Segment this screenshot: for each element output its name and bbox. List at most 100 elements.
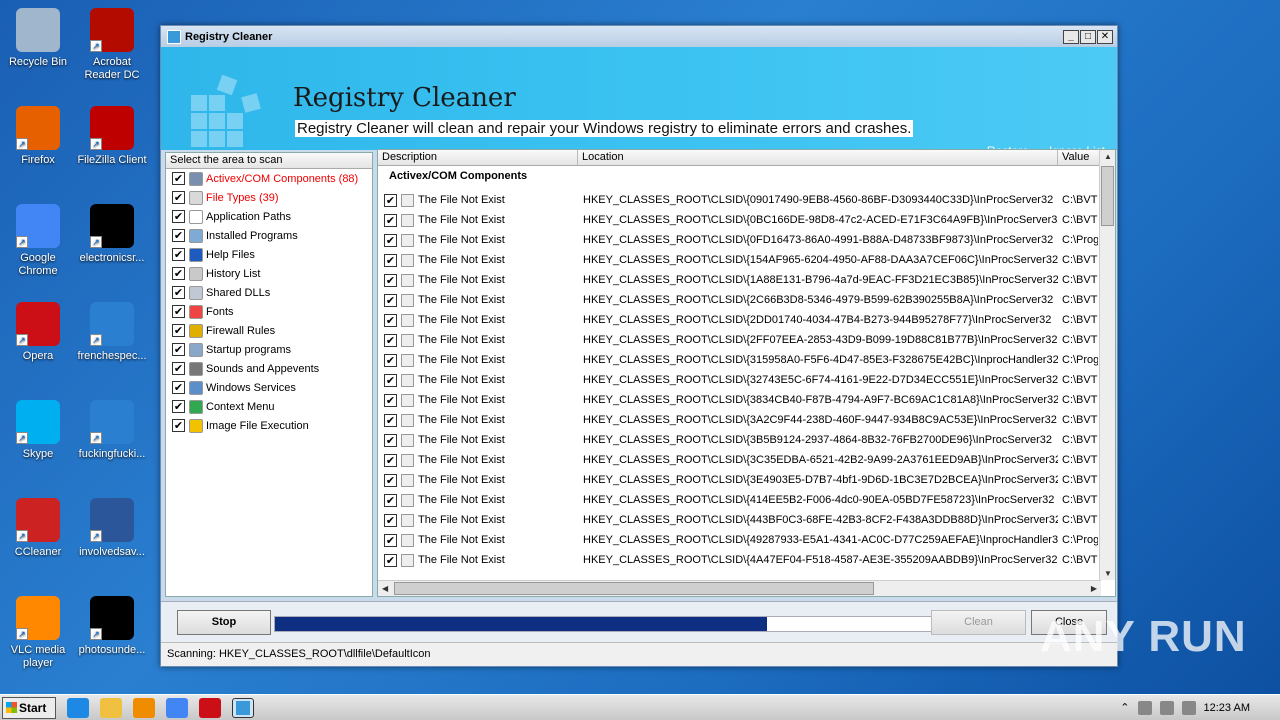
result-row[interactable]: ✔ The File Not Exist HKEY_CLASSES_ROOT\CLS… — [378, 210, 1115, 230]
scan-area-checkbox[interactable]: ✔ — [172, 324, 185, 337]
scan-area-item[interactable]: ✔ Shared DLLs — [166, 283, 372, 302]
desktop-icon[interactable]: ↗ involvedsav... — [74, 498, 150, 559]
desktop-icon[interactable]: ↗ Opera — [0, 302, 76, 363]
desktop-icon[interactable]: ↗ electronicsr... — [74, 204, 150, 265]
result-checkbox[interactable]: ✔ — [384, 553, 397, 567]
scan-area-item[interactable]: ✔ Installed Programs — [166, 226, 372, 245]
scan-area-checkbox[interactable]: ✔ — [172, 400, 185, 413]
start-button[interactable]: Start — [2, 696, 56, 719]
result-checkbox[interactable]: ✔ — [384, 533, 397, 547]
scan-area-item[interactable]: ✔ Sounds and Appevents — [166, 359, 372, 378]
scan-area-checkbox[interactable]: ✔ — [172, 381, 185, 394]
close-window-button[interactable]: ✕ — [1097, 29, 1113, 44]
minimize-button[interactable]: _ — [1063, 29, 1079, 44]
opera-icon[interactable] — [199, 697, 221, 718]
result-checkbox[interactable]: ✔ — [384, 193, 397, 207]
result-checkbox[interactable]: ✔ — [384, 393, 397, 407]
result-checkbox[interactable]: ✔ — [384, 453, 397, 467]
scroll-left-icon[interactable]: ◀ — [382, 584, 388, 593]
maximize-button[interactable]: □ — [1080, 29, 1096, 44]
scan-area-item[interactable]: ✔ Help Files — [166, 245, 372, 264]
scroll-right-icon[interactable]: ▶ — [1091, 584, 1097, 593]
result-checkbox[interactable]: ✔ — [384, 373, 397, 387]
scan-area-checkbox[interactable]: ✔ — [172, 305, 185, 318]
scan-area-checkbox[interactable]: ✔ — [172, 419, 185, 432]
result-checkbox[interactable]: ✔ — [384, 213, 397, 227]
result-checkbox[interactable]: ✔ — [384, 413, 397, 427]
chrome-icon[interactable] — [166, 697, 188, 718]
result-row[interactable]: ✔ The File Not Exist HKEY_CLASSES_ROOT\CLS… — [378, 530, 1115, 550]
scroll-down-icon[interactable]: ▼ — [1104, 569, 1112, 578]
scan-area-checkbox[interactable]: ✔ — [172, 286, 185, 299]
scroll-up-icon[interactable]: ▲ — [1104, 152, 1112, 161]
scan-area-item[interactable]: ✔ Context Menu — [166, 397, 372, 416]
scan-area-checkbox[interactable]: ✔ — [172, 172, 185, 185]
column-location[interactable]: Location — [578, 150, 1058, 165]
result-row[interactable]: ✔ The File Not Exist HKEY_CLASSES_ROOT\CLS… — [378, 430, 1115, 450]
result-row[interactable]: ✔ The File Not Exist HKEY_CLASSES_ROOT\CLS… — [378, 270, 1115, 290]
result-row[interactable]: ✔ The File Not Exist HKEY_CLASSES_ROOT\CLS… — [378, 470, 1115, 490]
desktop-icon[interactable]: ↗ Google Chrome — [0, 204, 76, 278]
result-row[interactable]: ✔ The File Not Exist HKEY_CLASSES_ROOT\CLS… — [378, 390, 1115, 410]
result-row[interactable]: ✔ The File Not Exist HKEY_CLASSES_ROOT\CLS… — [378, 550, 1115, 570]
result-checkbox[interactable]: ✔ — [384, 273, 397, 287]
desktop-icon[interactable]: ↗ photosunde... — [74, 596, 150, 657]
scan-area-checkbox[interactable]: ✔ — [172, 343, 185, 356]
result-checkbox[interactable]: ✔ — [384, 353, 397, 367]
result-row[interactable]: ✔ The File Not Exist HKEY_CLASSES_ROOT\CLS… — [378, 190, 1115, 210]
result-row[interactable]: ✔ The File Not Exist HKEY_CLASSES_ROOT\CLS… — [378, 510, 1115, 530]
ie-icon[interactable] — [67, 697, 89, 718]
desktop-icon[interactable]: ↗ Firefox — [0, 106, 76, 167]
result-checkbox[interactable]: ✔ — [384, 513, 397, 527]
desktop-icon[interactable]: ↗ Acrobat Reader DC — [74, 8, 150, 82]
scan-area-header[interactable]: Select the area to scan — [166, 153, 372, 169]
scan-area-item[interactable]: ✔ File Types (39) — [166, 188, 372, 207]
scan-area-item[interactable]: ✔ Startup programs — [166, 340, 372, 359]
scan-area-item[interactable]: ✔ History List — [166, 264, 372, 283]
result-checkbox[interactable]: ✔ — [384, 433, 397, 447]
result-row[interactable]: ✔ The File Not Exist HKEY_CLASSES_ROOT\CLS… — [378, 350, 1115, 370]
scan-area-item[interactable]: ✔ Image File Execution — [166, 416, 372, 435]
network-icon[interactable] — [1137, 700, 1152, 715]
clean-button[interactable]: Clean — [931, 610, 1026, 635]
horizontal-scrollbar[interactable]: ◀ ▶ — [378, 580, 1101, 596]
result-checkbox[interactable]: ✔ — [384, 313, 397, 327]
scan-area-item[interactable]: ✔ Windows Services — [166, 378, 372, 397]
desktop-icon[interactable]: ↗ CCleaner — [0, 498, 76, 559]
tray-expand-icon[interactable]: ⌃ — [1120, 701, 1129, 714]
vertical-scrollbar[interactable]: ▲ ▼ — [1099, 150, 1115, 580]
vertical-scroll-thumb[interactable] — [1101, 166, 1114, 226]
desktop-icon[interactable]: Recycle Bin — [0, 8, 76, 69]
registry-cleaner-icon[interactable] — [232, 697, 254, 718]
result-row[interactable]: ✔ The File Not Exist HKEY_CLASSES_ROOT\CLS… — [378, 450, 1115, 470]
result-checkbox[interactable]: ✔ — [384, 253, 397, 267]
result-checkbox[interactable]: ✔ — [384, 233, 397, 247]
window-titlebar[interactable]: Registry Cleaner _ □ ✕ — [161, 26, 1117, 47]
scan-area-checkbox[interactable]: ✔ — [172, 210, 185, 223]
desktop-icon[interactable]: ↗ FileZilla Client — [74, 106, 150, 167]
desktop-icon[interactable]: ↗ fuckingfucki... — [74, 400, 150, 461]
scan-area-checkbox[interactable]: ✔ — [172, 229, 185, 242]
media-player-icon[interactable] — [133, 697, 155, 718]
scan-area-item[interactable]: ✔ Fonts — [166, 302, 372, 321]
result-checkbox[interactable]: ✔ — [384, 473, 397, 487]
stop-button[interactable]: Stop — [177, 610, 271, 635]
horizontal-scroll-thumb[interactable] — [394, 582, 874, 595]
scan-area-checkbox[interactable]: ✔ — [172, 267, 185, 280]
result-row[interactable]: ✔ The File Not Exist HKEY_CLASSES_ROOT\CLS… — [378, 370, 1115, 390]
result-row[interactable]: ✔ The File Not Exist HKEY_CLASSES_ROOT\CLS… — [378, 290, 1115, 310]
explorer-icon[interactable] — [100, 697, 122, 718]
result-row[interactable]: ✔ The File Not Exist HKEY_CLASSES_ROOT\CLS… — [378, 230, 1115, 250]
desktop-icon[interactable]: ↗ Skype — [0, 400, 76, 461]
volume-icon[interactable] — [1159, 700, 1174, 715]
column-value[interactable]: Value — [1058, 150, 1101, 165]
result-row[interactable]: ✔ The File Not Exist HKEY_CLASSES_ROOT\CLS… — [378, 410, 1115, 430]
result-checkbox[interactable]: ✔ — [384, 333, 397, 347]
scan-area-item[interactable]: ✔ Firewall Rules — [166, 321, 372, 340]
result-checkbox[interactable]: ✔ — [384, 293, 397, 307]
desktop-icon[interactable]: ↗ frenchespec... — [74, 302, 150, 363]
column-description[interactable]: Description — [378, 150, 578, 165]
scan-area-checkbox[interactable]: ✔ — [172, 248, 185, 261]
result-row[interactable]: ✔ The File Not Exist HKEY_CLASSES_ROOT\CLS… — [378, 490, 1115, 510]
result-row[interactable]: ✔ The File Not Exist HKEY_CLASSES_ROOT\CLS… — [378, 310, 1115, 330]
